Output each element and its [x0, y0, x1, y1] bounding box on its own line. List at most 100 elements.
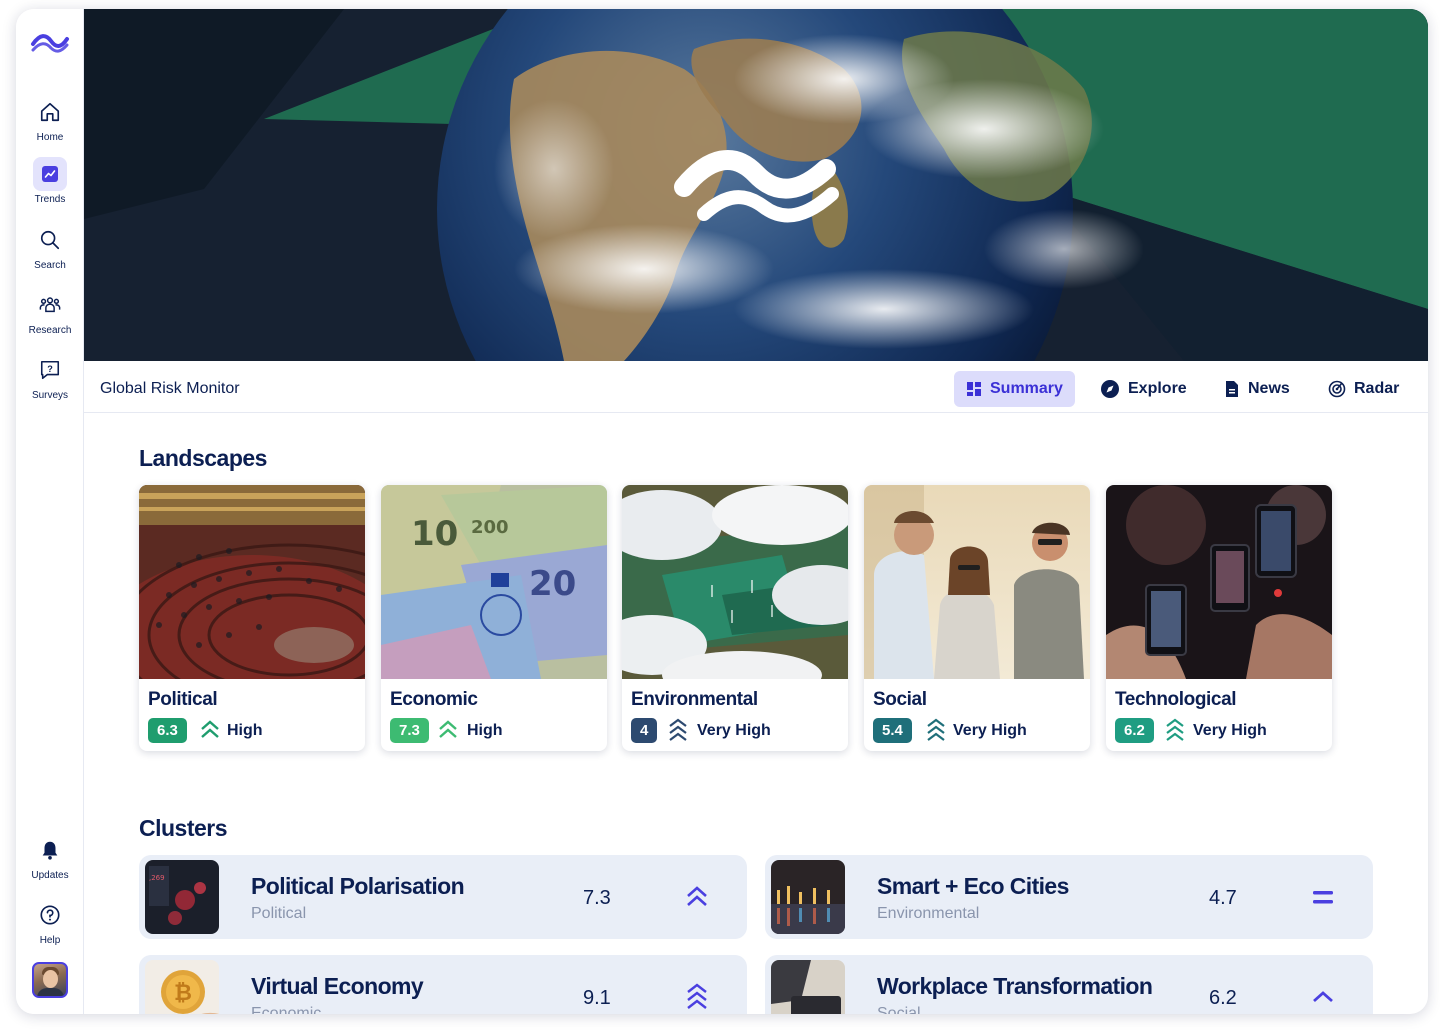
risk-level: High — [467, 722, 503, 739]
cluster-thumbnail — [771, 960, 845, 1014]
triple-chevron-up-icon — [927, 718, 945, 741]
tab-explore[interactable]: Explore — [1088, 371, 1199, 407]
cluster-virtual-economy[interactable]: ₿ Virtual Economy Economic 9.1 — [139, 955, 747, 1014]
sidebar-item-label: Home — [36, 132, 64, 143]
cluster-name: Political Polarisation — [251, 873, 465, 899]
chevron-up-icon — [1313, 991, 1333, 1003]
sidebar: Home Trends Search Research ? Surveys Up… — [16, 9, 84, 1014]
cluster-value: 9.1 — [583, 987, 611, 1009]
cluster-name: Smart + Eco Cities — [877, 873, 1069, 899]
question-chat-icon: ? — [33, 353, 67, 387]
sidebar-item-research[interactable]: Research — [16, 288, 84, 336]
sidebar-item-help[interactable]: Help — [16, 898, 84, 946]
section-title-landscapes: Landscapes — [139, 445, 267, 471]
svg-text:,269: ,269 — [149, 874, 165, 882]
cluster-thumbnail: ₿ — [145, 960, 219, 1014]
tab-summary[interactable]: Summary — [954, 371, 1075, 407]
cluster-workplace-transformation[interactable]: Workplace Transformation Social 6.2 — [765, 955, 1373, 1014]
cluster-political-polarisation[interactable]: ,269 Political Polarisation Political 7.… — [139, 855, 747, 939]
sidebar-item-label: Help — [39, 935, 61, 946]
cluster-category: Political — [251, 905, 307, 922]
cluster-category: Environmental — [877, 905, 980, 922]
triple-chevron-up-icon — [1166, 718, 1184, 741]
risk-level: Very High — [697, 722, 771, 739]
landscape-card-environmental[interactable]: Environmental 4 Very High — [622, 485, 848, 751]
page-title: Global Risk Monitor — [100, 380, 240, 397]
double-chevron-up-icon — [201, 720, 219, 738]
landscape-card-technological[interactable]: Technological 6.2 Very High — [1106, 485, 1332, 751]
page-header: Global Risk Monitor Summary Explore News… — [84, 361, 1428, 413]
sidebar-item-label: Surveys — [31, 390, 69, 401]
sidebar-item-label: Updates — [31, 870, 69, 881]
document-icon — [1226, 381, 1238, 397]
triple-chevron-up-icon — [669, 718, 687, 741]
sidebar-item-trends[interactable]: Trends — [16, 157, 84, 205]
landscape-name: Technological — [1115, 689, 1237, 710]
sidebar-item-label: Trends — [34, 194, 66, 205]
sidebar-item-search[interactable]: Search — [16, 223, 84, 271]
friends-outdoors-image — [864, 485, 1090, 679]
double-chevron-up-icon — [439, 720, 457, 738]
parliament-image — [139, 485, 365, 679]
equals-icon — [1313, 891, 1333, 904]
tab-label: News — [1248, 380, 1290, 397]
score-badge: 5.4 — [873, 718, 912, 743]
svg-text:₿: ₿ — [174, 981, 192, 1006]
cluster-category: Economic — [251, 1005, 322, 1014]
score-badge: 6.2 — [1115, 718, 1154, 743]
euro-banknotes-image: 10 200 20 — [381, 485, 607, 679]
sidebar-item-updates[interactable]: Updates — [16, 833, 84, 881]
trend-chart-icon — [33, 157, 67, 191]
landscape-name: Environmental — [631, 689, 758, 710]
score-badge: 6.3 — [148, 718, 187, 743]
cluster-thumbnail — [771, 860, 845, 934]
landscape-name: Political — [148, 689, 218, 710]
app-window: Home Trends Search Research ? Surveys Up… — [16, 9, 1428, 1014]
bell-icon — [33, 833, 67, 867]
tab-news[interactable]: News — [1212, 371, 1302, 407]
svg-text:?: ? — [47, 364, 53, 374]
landscape-name: Social — [873, 689, 927, 710]
cluster-smart-eco-cities[interactable]: Smart + Eco Cities Environmental 4.7 — [765, 855, 1373, 939]
risk-level: High — [227, 722, 263, 739]
cluster-category: Social — [877, 1005, 921, 1014]
help-circle-icon — [33, 898, 67, 932]
user-avatar[interactable] — [32, 962, 68, 998]
sidebar-item-label: Search — [34, 260, 66, 271]
score-badge: 4 — [631, 718, 658, 743]
sidebar-item-surveys[interactable]: ? Surveys — [16, 353, 84, 401]
svg-text:200: 200 — [471, 517, 509, 538]
svg-text:10: 10 — [411, 514, 458, 554]
globe-hero-image — [84, 9, 1428, 361]
compass-icon — [1101, 380, 1119, 398]
phones-concert-image — [1106, 485, 1332, 679]
double-chevron-up-icon — [687, 886, 707, 906]
cluster-value: 6.2 — [1209, 987, 1237, 1009]
hero-banner — [84, 9, 1428, 361]
tab-label: Explore — [1128, 380, 1187, 397]
tab-label: Radar — [1354, 380, 1400, 397]
risk-level: Very High — [953, 722, 1027, 739]
landscape-name: Economic — [390, 689, 478, 710]
sidebar-item-home[interactable]: Home — [16, 95, 84, 143]
triple-chevron-up-icon — [687, 983, 707, 1009]
dashboard-icon — [967, 382, 981, 396]
landscape-card-political[interactable]: Political 6.3 High — [139, 485, 365, 751]
people-icon — [33, 288, 67, 322]
tab-label: Summary — [990, 380, 1063, 397]
tab-radar[interactable]: Radar — [1316, 371, 1411, 407]
brand-logo-icon[interactable] — [30, 29, 70, 55]
cluster-value: 7.3 — [583, 887, 611, 909]
section-title-clusters: Clusters — [139, 815, 228, 841]
risk-level: Very High — [1193, 722, 1267, 739]
score-badge: 7.3 — [390, 718, 429, 743]
cluster-name: Virtual Economy — [251, 973, 424, 999]
sidebar-item-label: Research — [28, 325, 72, 336]
landscape-card-social[interactable]: Social 5.4 Very High — [864, 485, 1090, 751]
radar-icon — [1328, 380, 1346, 398]
search-icon — [33, 223, 67, 257]
landscape-card-economic[interactable]: 10 200 20 Economic 7.3 High — [381, 485, 607, 751]
wind-farm-aerial-image — [622, 485, 848, 679]
cluster-thumbnail: ,269 — [145, 860, 219, 934]
svg-text:20: 20 — [529, 564, 576, 604]
